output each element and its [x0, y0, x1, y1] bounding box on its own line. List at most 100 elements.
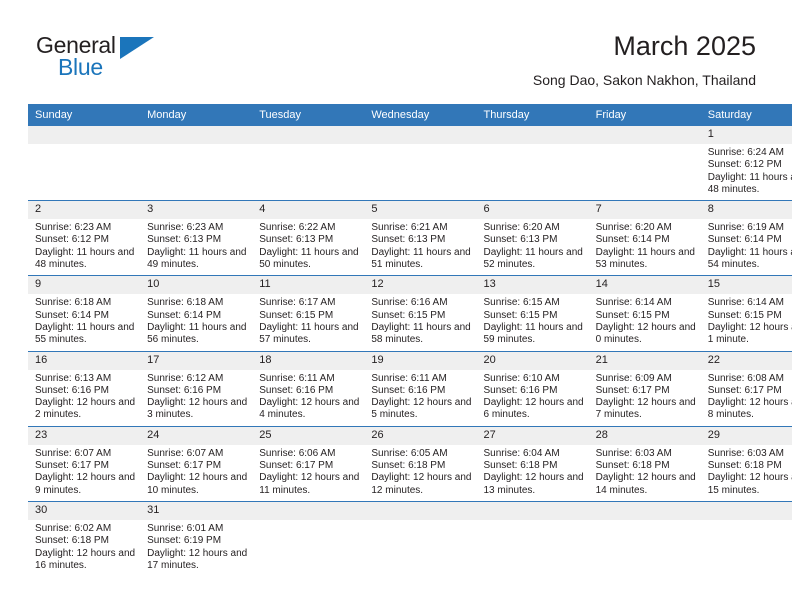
- sunset-text: Sunset: 6:18 PM: [707, 460, 782, 472]
- calendar-cell-empty: [364, 126, 477, 201]
- day-number: 30: [28, 501, 141, 520]
- day-number: 22: [700, 351, 792, 370]
- sunrise-text: Sunrise: 6:14 AM: [707, 297, 784, 309]
- sunrise-text: Sunrise: 6:07 AM: [147, 447, 224, 459]
- calendar-day-cell[interactable]: 2 Sunrise: 6:23 AM Sunset: 6:12 PM Daylight…: [28, 200, 141, 276]
- calendar-day-cell[interactable]: 18 Sunrise: 6:11 AM Sunset: 6:16 PM Dayligh…: [252, 350, 365, 427]
- calendar-day-cell[interactable]: 21 Sunrise: 6:09 AM Sunset: 6:17 PM Dayligh…: [588, 350, 701, 427]
- calendar-day-cell[interactable]: 11 Sunrise: 6:17 AM Sunset: 6:15 PM Dayligh…: [252, 275, 365, 352]
- sunrise-text: Sunrise: 6:04 AM: [483, 447, 560, 459]
- day-details: Sunrise: 6:20 AM Sunset: 6:13 PM Daylight:…: [477, 219, 589, 275]
- calendar-day-cell[interactable]: 24 Sunrise: 6:07 AM Sunset: 6:17 PM Dayligh…: [140, 425, 253, 502]
- general-blue-logo: General Blue: [36, 32, 166, 88]
- day-details: Sunrise: 6:23 AM Sunset: 6:13 PM Daylight:…: [140, 219, 252, 275]
- calendar-day-cell[interactable]: 28 Sunrise: 6:03 AM Sunset: 6:18 PM Dayligh…: [588, 425, 701, 502]
- sunset-text: Sunset: 6:17 PM: [595, 384, 670, 396]
- calendar-day-cell[interactable]: 22 Sunrise: 6:08 AM Sunset: 6:17 PM Dayligh…: [700, 350, 792, 427]
- day-details: Sunrise: 6:18 AM Sunset: 6:14 PM Daylight:…: [28, 294, 140, 350]
- day-details: Sunrise: 6:09 AM Sunset: 6:17 PM Daylight:…: [589, 370, 701, 426]
- sunset-text: Sunset: 6:14 PM: [595, 234, 670, 246]
- sunset-text: Sunset: 6:13 PM: [483, 234, 558, 246]
- calendar-cell-empty: [28, 126, 141, 201]
- day-number: 29: [700, 426, 792, 445]
- calendar-day-cell[interactable]: 7 Sunrise: 6:20 AM Sunset: 6:14 PM Daylight…: [588, 200, 701, 276]
- calendar-day-cell[interactable]: 25 Sunrise: 6:06 AM Sunset: 6:17 PM Dayligh…: [252, 425, 365, 502]
- sunset-text: Sunset: 6:17 PM: [707, 384, 782, 396]
- calendar-cell-empty: [476, 500, 589, 577]
- day-number: 10: [140, 276, 253, 295]
- day-number: 19: [364, 351, 477, 370]
- day-details: Sunrise: 6:12 AM Sunset: 6:16 PM Daylight:…: [140, 370, 252, 426]
- daylight-text: Daylight: 12 hours and 4 minutes.: [259, 397, 360, 421]
- calendar-day-cell[interactable]: 5 Sunrise: 6:21 AM Sunset: 6:13 PM Daylight…: [364, 200, 477, 276]
- day-number: 8: [700, 201, 792, 220]
- calendar-week-row: 23 Sunrise: 6:07 AM Sunset: 6:17 PM Dayligh…: [28, 425, 792, 502]
- daylight-text: Daylight: 11 hours and 58 minutes.: [371, 321, 471, 346]
- sunrise-text: Sunrise: 6:20 AM: [595, 222, 672, 234]
- sunset-text: Sunset: 6:18 PM: [35, 535, 109, 547]
- calendar-day-cell[interactable]: 13 Sunrise: 6:15 AM Sunset: 6:15 PM Dayligh…: [476, 275, 589, 352]
- calendar-day-cell[interactable]: 12 Sunrise: 6:16 AM Sunset: 6:15 PM Dayligh…: [364, 275, 477, 352]
- daylight-text: Daylight: 12 hours and 2 minutes.: [35, 397, 136, 421]
- daylight-text: Daylight: 12 hours and 3 minutes.: [147, 397, 248, 421]
- calendar-week-row: 1 Sunrise: 6:24 AM Sunset: 6:12 PM Daylight…: [28, 126, 792, 201]
- calendar-day-cell[interactable]: 6 Sunrise: 6:20 AM Sunset: 6:13 PM Daylight…: [476, 200, 589, 276]
- day-number: 11: [252, 276, 365, 295]
- day-number: 27: [476, 426, 589, 445]
- daylight-text: Daylight: 11 hours and 54 minutes.: [707, 246, 792, 271]
- sunrise-text: Sunrise: 6:16 AM: [371, 297, 448, 309]
- day-number: 28: [588, 426, 701, 445]
- day-number: 1: [700, 126, 792, 144]
- daylight-text: Daylight: 12 hours and 6 minutes.: [483, 397, 584, 421]
- calendar-cell-empty: [140, 126, 253, 201]
- calendar-day-cell[interactable]: 16 Sunrise: 6:13 AM Sunset: 6:16 PM Dayligh…: [28, 350, 141, 427]
- daylight-text: Daylight: 12 hours and 16 minutes.: [35, 547, 136, 571]
- calendar-day-cell[interactable]: 20 Sunrise: 6:10 AM Sunset: 6:16 PM Dayligh…: [476, 350, 589, 427]
- calendar-day-cell[interactable]: 3 Sunrise: 6:23 AM Sunset: 6:13 PM Daylight…: [140, 200, 253, 276]
- calendar-week-row: 16 Sunrise: 6:13 AM Sunset: 6:16 PM Dayligh…: [28, 350, 792, 427]
- calendar-day-cell[interactable]: 1 Sunrise: 6:24 AM Sunset: 6:12 PM Daylight…: [700, 126, 792, 201]
- day-number: [364, 126, 477, 144]
- sunset-text: Sunset: 6:13 PM: [371, 234, 446, 246]
- calendar-cell-empty: [700, 500, 792, 577]
- calendar-page: General Blue March 2025 Song Dao, Sakon …: [0, 0, 792, 612]
- sunrise-text: Sunrise: 6:13 AM: [35, 372, 112, 384]
- day-number: [700, 501, 792, 520]
- sunrise-text: Sunrise: 6:03 AM: [595, 447, 672, 459]
- day-number: 21: [588, 351, 701, 370]
- page-subtitle: Song Dao, Sakon Nakhon, Thailand: [532, 72, 756, 88]
- daylight-text: Daylight: 12 hours and 10 minutes.: [147, 472, 248, 496]
- day-details: [28, 144, 140, 151]
- sunset-text: Sunset: 6:17 PM: [147, 460, 222, 472]
- calendar-day-cell[interactable]: 29 Sunrise: 6:03 AM Sunset: 6:18 PM Dayligh…: [700, 425, 792, 502]
- calendar-day-cell[interactable]: 4 Sunrise: 6:22 AM Sunset: 6:13 PM Daylight…: [252, 200, 365, 276]
- weekday-header-saturday: Saturday: [700, 104, 792, 126]
- calendar-day-cell[interactable]: 30 Sunrise: 6:02 AM Sunset: 6:18 PM Dayligh…: [28, 500, 141, 577]
- sunrise-text: Sunrise: 6:23 AM: [35, 222, 112, 234]
- weekday-header-friday: Friday: [588, 104, 701, 126]
- calendar-day-cell[interactable]: 31 Sunrise: 6:01 AM Sunset: 6:19 PM Dayligh…: [140, 500, 253, 577]
- day-number: 15: [700, 276, 792, 295]
- logo-word-blue: Blue: [58, 54, 103, 80]
- weekday-header-row: Sunday Monday Tuesday Wednesday Thursday…: [28, 104, 792, 126]
- calendar-day-cell[interactable]: 17 Sunrise: 6:12 AM Sunset: 6:16 PM Dayligh…: [140, 350, 253, 427]
- calendar-day-cell[interactable]: 23 Sunrise: 6:07 AM Sunset: 6:17 PM Dayligh…: [28, 425, 141, 502]
- day-number: 6: [476, 201, 589, 220]
- day-details: Sunrise: 6:22 AM Sunset: 6:13 PM Daylight:…: [252, 219, 364, 275]
- calendar-day-cell[interactable]: 9 Sunrise: 6:18 AM Sunset: 6:14 PM Daylight…: [28, 275, 141, 352]
- calendar-day-cell[interactable]: 14 Sunrise: 6:14 AM Sunset: 6:15 PM Dayligh…: [588, 275, 701, 352]
- day-details: [589, 520, 701, 527]
- calendar-day-cell[interactable]: 10 Sunrise: 6:18 AM Sunset: 6:14 PM Dayligh…: [140, 275, 253, 352]
- calendar-day-cell[interactable]: 27 Sunrise: 6:04 AM Sunset: 6:18 PM Dayligh…: [476, 425, 589, 502]
- sunset-text: Sunset: 6:13 PM: [259, 234, 334, 246]
- day-details: Sunrise: 6:07 AM Sunset: 6:17 PM Daylight:…: [28, 445, 140, 501]
- calendar-day-cell[interactable]: 8 Sunrise: 6:19 AM Sunset: 6:14 PM Daylight…: [700, 200, 792, 276]
- calendar-day-cell[interactable]: 19 Sunrise: 6:11 AM Sunset: 6:16 PM Dayligh…: [364, 350, 477, 427]
- day-details: Sunrise: 6:14 AM Sunset: 6:15 PM Daylight:…: [589, 294, 701, 350]
- calendar-day-cell[interactable]: 15 Sunrise: 6:14 AM Sunset: 6:15 PM Dayligh…: [700, 275, 792, 352]
- day-number: [588, 501, 701, 520]
- day-number: 2: [28, 201, 141, 220]
- calendar-day-cell[interactable]: 26 Sunrise: 6:05 AM Sunset: 6:18 PM Dayligh…: [364, 425, 477, 502]
- sunset-text: Sunset: 6:18 PM: [483, 460, 558, 472]
- day-details: Sunrise: 6:15 AM Sunset: 6:15 PM Daylight:…: [477, 294, 589, 350]
